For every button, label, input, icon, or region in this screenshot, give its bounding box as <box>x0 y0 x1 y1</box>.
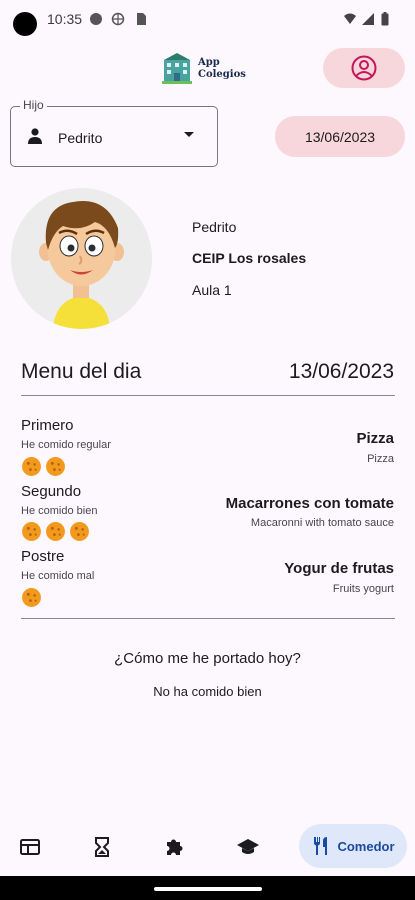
account-circle-icon <box>351 55 377 81</box>
cookie-icon <box>46 457 65 476</box>
graduation-cap-icon <box>237 839 259 854</box>
course-note: He comido regular <box>21 439 111 451</box>
menu-date: 13/06/2023 <box>288 360 394 383</box>
course-label: Segundo <box>21 483 82 500</box>
cookie-icon <box>22 457 41 476</box>
nav-academic[interactable] <box>226 818 270 876</box>
status-bar: 10:35 <box>0 0 415 40</box>
nav-news[interactable] <box>8 818 52 876</box>
globe-icon <box>111 12 125 26</box>
divider <box>21 618 395 619</box>
school-logo-icon <box>162 53 192 84</box>
course-label: Primero <box>21 417 74 434</box>
child-school: CEIP Los rosales <box>192 250 307 266</box>
fork-knife-icon <box>314 837 328 855</box>
cookie-icon <box>46 522 65 541</box>
newspaper-icon <box>20 839 40 855</box>
app-logo-text: App Colegios <box>198 57 246 80</box>
cookie-icon <box>22 522 41 541</box>
dish-translation: Pizza <box>367 453 394 465</box>
child-class: Aula 1 <box>192 282 232 298</box>
person-icon <box>28 128 42 144</box>
bottom-navigation: Comedor <box>0 818 415 876</box>
course-note: He comido mal <box>21 570 95 582</box>
child-avatar <box>11 188 152 329</box>
home-gesture-handle[interactable] <box>154 887 262 891</box>
child-select-value: Pedrito <box>58 130 103 146</box>
cookie-icon <box>22 588 41 607</box>
battery-icon <box>381 12 389 26</box>
dish-translation: Macaronni with tomato sauce <box>250 517 394 529</box>
behavior-question: ¿Cómo me he portado hoy? <box>114 650 301 667</box>
camera-cutout <box>13 12 37 36</box>
rating-cookies <box>21 456 66 477</box>
cookie-icon <box>70 522 89 541</box>
dish-name: Macarrones con tomate <box>225 495 394 512</box>
puzzle-icon <box>167 839 183 855</box>
wifi-icon <box>344 13 356 24</box>
signal-icon <box>362 13 374 25</box>
child-select-label: Hijo <box>20 98 47 112</box>
dish-name: Yogur de frutas <box>284 560 394 577</box>
hourglass-icon <box>95 837 109 857</box>
status-time: 10:35 <box>47 11 83 27</box>
sim-card-icon <box>137 13 146 25</box>
child-name: Pedrito <box>192 219 237 235</box>
nav-activities[interactable] <box>153 818 197 876</box>
divider <box>21 395 395 396</box>
nav-schedule[interactable] <box>80 818 124 876</box>
child-cartoon-icon <box>11 188 152 329</box>
profile-button[interactable] <box>323 48 405 88</box>
chevron-down-icon[interactable] <box>184 132 194 137</box>
notification-dot-icon <box>90 13 102 25</box>
nav-comedor-label: Comedor <box>337 838 395 854</box>
course-note: He comido bien <box>21 505 98 517</box>
rating-cookies <box>21 587 42 608</box>
dish-name: Pizza <box>356 430 394 447</box>
menu-title: Menu del dia <box>21 360 142 383</box>
dish-translation: Fruits yogurt <box>332 583 394 595</box>
date-picker-button[interactable]: 13/06/2023 <box>275 116 405 157</box>
rating-cookies <box>21 521 90 542</box>
nav-comedor[interactable]: Comedor <box>299 824 407 868</box>
course-label: Postre <box>21 548 65 565</box>
behavior-answer: No ha comido bien <box>153 684 262 699</box>
